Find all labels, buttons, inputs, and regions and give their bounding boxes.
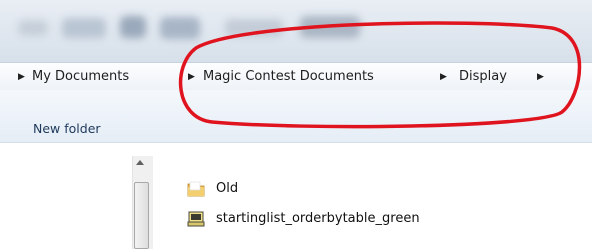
chevron-right-icon[interactable]: ▶ xyxy=(188,63,195,91)
scroll-up-arrow-icon[interactable] xyxy=(136,160,144,165)
breadcrumb-magic-contest-documents[interactable]: Magic Contest Documents xyxy=(203,63,374,91)
file-name: startinglist_orderbytable_green xyxy=(216,211,420,226)
breadcrumb-my-documents[interactable]: My Documents xyxy=(32,63,129,91)
file-name: Old xyxy=(216,181,239,196)
display-file-icon xyxy=(187,211,205,227)
folder-icon xyxy=(187,181,205,197)
breadcrumb-display[interactable]: Display xyxy=(459,63,507,91)
new-folder-button[interactable]: New folder xyxy=(33,121,101,137)
address-bar[interactable]: ▶ My Documents ▶ Magic Contest Documents… xyxy=(0,62,592,92)
explorer-window: ▶ My Documents ▶ Magic Contest Documents… xyxy=(0,0,592,249)
chevron-right-icon[interactable]: ▶ xyxy=(537,63,544,91)
chevron-right-icon[interactable]: ▶ xyxy=(18,63,25,91)
scrollbar-thumb[interactable] xyxy=(134,182,149,249)
chevron-right-icon[interactable]: ▶ xyxy=(440,63,447,91)
command-bar: New folder xyxy=(0,90,592,143)
blurred-toolbar xyxy=(0,0,592,62)
